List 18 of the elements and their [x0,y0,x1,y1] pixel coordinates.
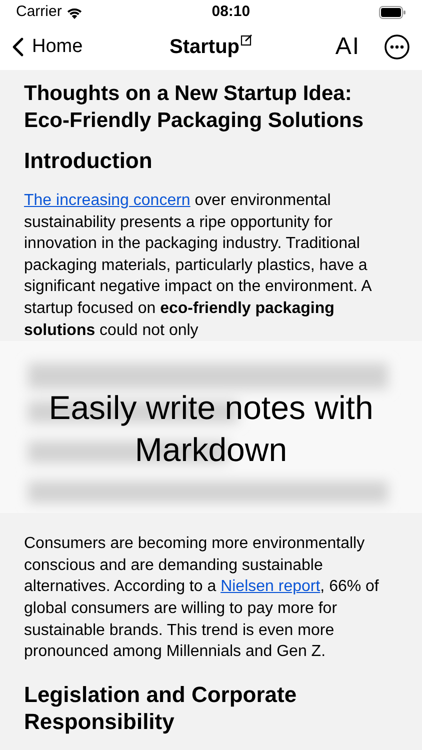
section-heading: Introduction [24,146,154,174]
paragraph: Consumers are becoming more environmentally conscious and are demanding sustainable alternatives. According to a Nielsen report, 66% of global consumers are willing to pay more for sustainable brands. This trend is even more pronounced among Millennials and Gen Z. [24,534,380,662]
chevron-left-icon [12,37,24,57]
document-title: Thoughts on a New Startup Idea: Eco-Friendly Packaging Solutions [24,81,365,134]
text-format-button[interactable]: AI [335,35,360,59]
text-link[interactable]: The increasing concern [24,192,190,210]
carrier-label: Carrier [16,2,62,22]
paragraph: The increasing concern over environmental sustainability presents a ripe opportunity for innovation in the packaging industry. Traditional packaging materials, particularly plastics, have a significant negative impact on the environment. A startup focused on eco-friendly packaging solutions could not only [24,191,372,341]
nav-title: Startup [170,35,240,60]
battery-icon [379,6,406,18]
more-icon[interactable] [384,34,410,60]
clock-time: 08:10 [212,2,250,22]
edit-icon[interactable] [240,34,252,46]
back-button[interactable]: Home [12,32,83,62]
section-heading: Legislation and Corporate Responsibility [24,680,298,736]
banner-text: Easily write notes with Markdown [48,388,374,470]
text-link[interactable]: Nielsen report [220,578,320,596]
wifi-icon [66,6,83,18]
